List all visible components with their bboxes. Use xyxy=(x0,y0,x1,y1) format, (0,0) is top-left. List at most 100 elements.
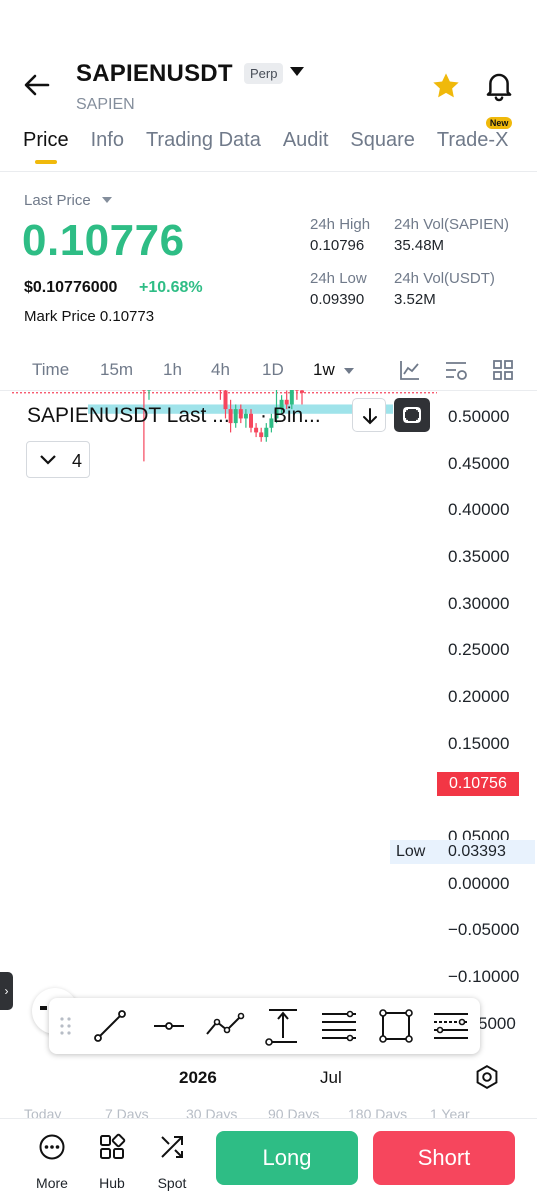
timeframe-bar: Time 15m 1h 4h 1D 1w xyxy=(0,350,537,390)
fullscreen-icon xyxy=(403,407,421,423)
trend-line-tool-icon[interactable] xyxy=(92,1008,128,1044)
indicator-chart-icon[interactable] xyxy=(398,358,422,382)
low-label: Low xyxy=(396,843,426,860)
stat-24h-vol-quote-value: 3.52M xyxy=(394,291,436,308)
hub-icon xyxy=(100,1133,126,1159)
last-price-label[interactable]: Last Price xyxy=(24,192,91,209)
range-7-days[interactable]: 7 Days xyxy=(105,1106,149,1118)
candle xyxy=(147,390,151,400)
low-price-tag: Low 0.03393 xyxy=(390,840,535,864)
tab-square[interactable]: Square xyxy=(350,129,415,152)
tab-bar: Price Info Trading Data Audit Square Tra… xyxy=(23,117,513,164)
tab-trade-x[interactable]: Trade-X New xyxy=(436,117,513,152)
range-90-days[interactable]: 90 Days xyxy=(268,1106,319,1118)
timeframe-4h[interactable]: 4h xyxy=(211,360,230,380)
swap-arrows-icon xyxy=(161,1136,183,1158)
indicator-toggle-button[interactable]: 4 xyxy=(26,441,90,478)
mark-price-label: Mark Price xyxy=(24,308,96,325)
stat-24h-vol-quote-label: 24h Vol(USDT) xyxy=(394,270,495,287)
tab-audit[interactable]: Audit xyxy=(283,129,329,152)
polyline-tool-icon[interactable] xyxy=(203,1008,247,1044)
tab-trade-x-label: Trade-X xyxy=(436,129,509,151)
favorite-star-icon[interactable] xyxy=(430,70,462,102)
candle-body xyxy=(238,409,243,419)
current-price-tag: 0.10756 xyxy=(437,772,519,796)
spot-label: Spot xyxy=(157,1175,187,1191)
symbol-dropdown-icon[interactable] xyxy=(290,67,304,76)
layout-grid-icon[interactable] xyxy=(491,358,515,382)
candle xyxy=(300,390,304,405)
chart-title: SAPIENUSDT Last ... xyxy=(27,404,230,427)
mark-price-value: 0.10773 xyxy=(99,308,155,325)
y-tick: 0.20000 xyxy=(448,687,510,706)
fib-retracement-tool-icon[interactable] xyxy=(432,1008,470,1044)
x-label-2026: 2026 xyxy=(179,1068,217,1087)
candle-body xyxy=(249,413,253,428)
long-button[interactable]: Long xyxy=(216,1131,358,1185)
base-asset-label: SAPIEN xyxy=(76,96,135,113)
chart-settings-gear-icon[interactable] xyxy=(474,1064,500,1090)
back-arrow-icon[interactable] xyxy=(22,70,52,100)
timeframe-dropdown-icon xyxy=(344,367,355,374)
symbol-title[interactable]: SAPIENUSDT xyxy=(76,60,233,88)
side-panel-toggle[interactable]: › xyxy=(0,972,13,1010)
candle xyxy=(254,423,259,438)
more-label: More xyxy=(36,1175,68,1191)
timeframe-time[interactable]: Time xyxy=(32,360,69,380)
indicator-count: 4 xyxy=(72,451,83,471)
range-30-days[interactable]: 30 Days xyxy=(186,1106,237,1118)
range-1-year[interactable]: 1 Year xyxy=(430,1106,470,1118)
last-price-dropdown-icon[interactable] xyxy=(102,197,112,203)
candle-body xyxy=(254,427,259,433)
parallel-lines-tool-icon[interactable] xyxy=(320,1008,358,1044)
y-tick: 5000 xyxy=(478,1014,516,1033)
drag-handle-icon[interactable] xyxy=(57,1014,75,1038)
candle-body xyxy=(243,413,248,419)
range-180-days[interactable]: 180 Days xyxy=(348,1106,407,1118)
y-tick: 0.40000 xyxy=(448,500,510,519)
stat-24h-high-value: 0.10796 xyxy=(310,237,365,254)
notification-bell-icon[interactable] xyxy=(484,70,514,102)
drawing-toolbar xyxy=(49,998,480,1054)
candle-body xyxy=(233,409,238,424)
candle-body xyxy=(264,427,269,438)
y-tick: 0.25000 xyxy=(448,640,510,659)
divider xyxy=(0,171,537,172)
y-tick: 0.50000 xyxy=(448,407,510,426)
y-tick: 0.45000 xyxy=(448,454,510,473)
hub-label: Hub xyxy=(99,1175,125,1191)
y-tick: 0.15000 xyxy=(448,734,510,753)
timeframe-15m[interactable]: 15m xyxy=(100,360,133,380)
short-button[interactable]: Short xyxy=(373,1131,515,1185)
candle-body xyxy=(289,390,294,405)
tab-price[interactable]: Price xyxy=(23,129,69,164)
candle-body xyxy=(259,432,264,438)
fullscreen-button[interactable] xyxy=(394,398,430,432)
chart-settings-icon[interactable] xyxy=(444,358,470,382)
range-today[interactable]: Today xyxy=(24,1106,61,1118)
price-range-tool-icon[interactable] xyxy=(265,1006,301,1046)
horizontal-line-tool-icon[interactable] xyxy=(151,1008,187,1044)
price-change-percent: +10.68% xyxy=(139,279,203,296)
tab-info[interactable]: Info xyxy=(91,129,124,152)
chevron-down-icon xyxy=(40,455,56,465)
stat-24h-low-label: 24h Low xyxy=(310,270,367,287)
timeframe-1h[interactable]: 1h xyxy=(163,360,182,380)
bottom-action-bar: More Hub Spot Long Short xyxy=(0,1118,537,1199)
timeframe-1w[interactable]: 1w xyxy=(313,360,355,380)
collapse-legend-button[interactable] xyxy=(352,398,386,432)
candle xyxy=(218,390,223,400)
rectangle-tool-icon[interactable] xyxy=(378,1008,414,1044)
mode-indicator xyxy=(40,1006,47,1010)
mark-price: Mark Price 0.10773 xyxy=(24,308,154,325)
contract-type-badge: Perp xyxy=(244,63,284,84)
stat-24h-vol-base-value: 35.48M xyxy=(394,237,445,254)
stat-24h-vol-base-label: 24h Vol(SAPIEN) xyxy=(394,216,510,233)
usd-price-value: $0.10776000 xyxy=(24,279,118,296)
y-tick: −0.10000 xyxy=(448,967,520,986)
last-price-value: 0.10776 xyxy=(22,216,185,265)
tab-trading-data[interactable]: Trading Data xyxy=(146,129,261,152)
chart-source: · Bin... xyxy=(260,404,321,427)
timeframe-1d[interactable]: 1D xyxy=(262,360,284,380)
stat-24h-high-label: 24h High xyxy=(310,216,371,233)
